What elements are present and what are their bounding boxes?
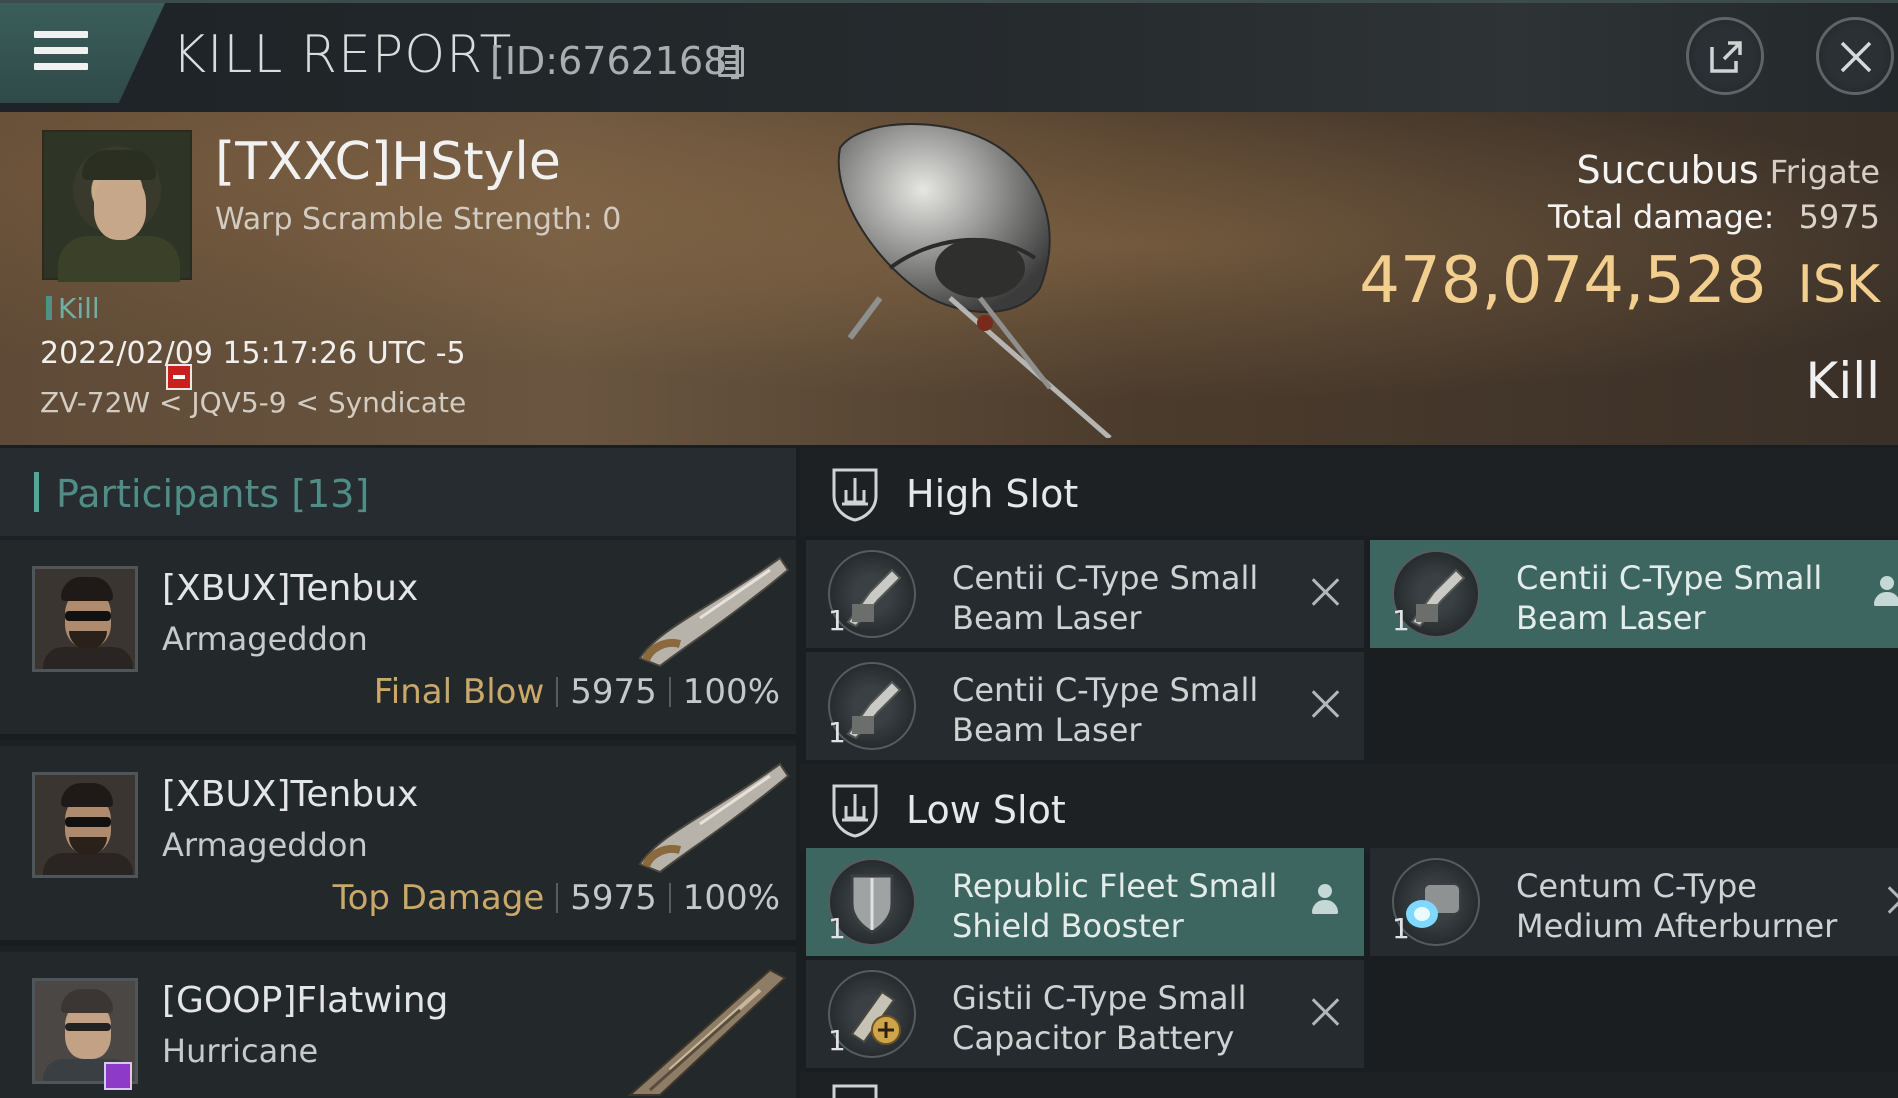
low-slot-icon (832, 784, 878, 838)
module-qty: 1 (1392, 604, 1410, 637)
total-damage: Total damage: 5975 (1548, 198, 1880, 236)
module-name: Centii C-Type Small Beam Laser (952, 671, 1259, 749)
warp-scramble-strength: Warp Scramble Strength: 0 (215, 202, 622, 237)
close-icon (1840, 41, 1872, 73)
participant-avatar[interactable] (32, 566, 138, 672)
participant-stats: Final Blow 5975 100% (374, 672, 780, 712)
participant-avatar[interactable] (32, 772, 138, 878)
kill-tag: Kill (46, 292, 100, 325)
ship-info: Succubus Frigate (1577, 148, 1880, 192)
participant-ship: Armageddon (162, 826, 368, 864)
total-damage-value: 5975 (1798, 198, 1880, 236)
high-slot-label: High Slot (906, 472, 1079, 516)
victim-avatar[interactable] (42, 130, 192, 282)
corp-badge (104, 1062, 132, 1090)
total-damage-label: Total damage: (1548, 198, 1775, 236)
participant-row[interactable]: [XBUX]Tenbux Armageddon Top Damage 5975 10… (0, 746, 796, 946)
module-name: Republic Fleet Small Shield Booster (952, 867, 1278, 945)
next-slot-header[interactable] (800, 1072, 1898, 1098)
participant-percent: 100% (682, 878, 780, 918)
close-button[interactable] (1816, 17, 1894, 95)
participant-row[interactable]: [XBUX]Tenbux Armageddon Final Blow 5975 10… (0, 540, 796, 740)
participant-stats: Top Damage 5975 100% (333, 878, 780, 918)
share-button[interactable] (1686, 17, 1764, 95)
isk-unit: ISK (1797, 255, 1880, 315)
module-qty: 1 (828, 716, 846, 749)
ship-class: Frigate (1769, 153, 1880, 191)
menu-button[interactable] (0, 3, 165, 103)
module-name: Centii C-Type Small Beam Laser (1516, 559, 1823, 637)
participant-ship: Armageddon (162, 620, 368, 658)
low-slot-label: Low Slot (906, 788, 1066, 832)
high-slot-header[interactable]: High Slot (800, 448, 1898, 536)
copy-icon[interactable] (718, 47, 744, 77)
high-slot-icon (832, 468, 878, 522)
destroyed-icon (1306, 992, 1346, 1032)
module-row[interactable]: 1 Republic Fleet Small Shield Booster (806, 848, 1364, 956)
module-row[interactable]: 1 Centii C-Type Small Beam Laser (1370, 540, 1898, 648)
dropped-icon (1868, 572, 1898, 612)
dropped-icon (1306, 880, 1346, 920)
module-qty: 1 (1392, 912, 1410, 945)
victim-name[interactable]: [TXXC]HStyle (215, 132, 561, 192)
page-title: KILL REPORT (172, 25, 513, 85)
participants-header[interactable]: Participants [13] (0, 448, 796, 536)
participant-name[interactable]: [XBUX]Tenbux (162, 774, 418, 815)
fitting-panel: High Slot 1 Centii C-Type Small Beam Las… (800, 448, 1898, 1098)
participant-damage: 5975 (570, 878, 657, 918)
ship-render-small (627, 968, 787, 1096)
destroyed-icon (1882, 880, 1898, 920)
destroyed-icon (1306, 572, 1346, 612)
kill-location[interactable]: ZV-72W < JQV5-9 < Syndicate (40, 386, 466, 419)
final-blow-tag: Final Blow (373, 672, 545, 712)
module-row[interactable]: 1 Centii C-Type Small Beam Laser (806, 540, 1364, 648)
ship-render[interactable] (820, 118, 1140, 438)
module-name: Centii C-Type Small Beam Laser (952, 559, 1259, 637)
ship-name[interactable]: Succubus (1577, 148, 1759, 192)
weapon-render (638, 762, 790, 874)
destroyed-icon (1306, 684, 1346, 724)
low-slot-header[interactable]: Low Slot (800, 764, 1898, 852)
slot-icon (832, 1084, 878, 1098)
participant-percent: 100% (682, 672, 780, 712)
top-bar: KILL REPORT [ID:6762168] (0, 0, 1898, 112)
module-qty: 1 (828, 604, 846, 637)
participant-ship: Hurricane (162, 1032, 319, 1070)
module-row[interactable]: 1 Centum C-Type Medium Afterburner (1370, 848, 1898, 956)
participants-panel: Participants [13] [XBUX]Tenbux Armageddo… (0, 448, 796, 1098)
report-id: [ID:6762168] (490, 39, 743, 83)
victim-summary: [TXXC]HStyle Warp Scramble Strength: 0 K… (0, 112, 1898, 445)
module-row[interactable]: 1 Centii C-Type Small Beam Laser (806, 652, 1364, 760)
kill-datetime: 2022/02/09 15:17:26 UTC -5 (40, 336, 466, 371)
participants-label: Participants [13] (56, 472, 370, 516)
weapon-render (638, 556, 790, 668)
module-qty: 1 (828, 1024, 846, 1057)
hamburger-menu-icon (34, 31, 88, 71)
isk-value: 478,074,528 ISK (1359, 244, 1880, 318)
module-row[interactable]: 1 Gistii C-Type Small Capacitor Battery (806, 960, 1364, 1068)
module-name: Gistii C-Type Small Capacitor Battery (952, 979, 1247, 1057)
kill-type: Kill (1805, 352, 1880, 410)
participant-damage: 5975 (570, 672, 657, 712)
participant-name[interactable]: [XBUX]Tenbux (162, 568, 418, 609)
module-name: Centum C-Type Medium Afterburner (1516, 867, 1838, 945)
module-qty: 1 (828, 912, 846, 945)
external-link-icon (1710, 41, 1742, 73)
isk-amount: 478,074,528 (1359, 244, 1767, 318)
top-damage-tag: Top Damage (332, 878, 545, 918)
participant-name[interactable]: [GOOP]Flatwing (162, 980, 448, 1021)
participant-row[interactable]: [GOOP]Flatwing Hurricane (0, 952, 796, 1098)
